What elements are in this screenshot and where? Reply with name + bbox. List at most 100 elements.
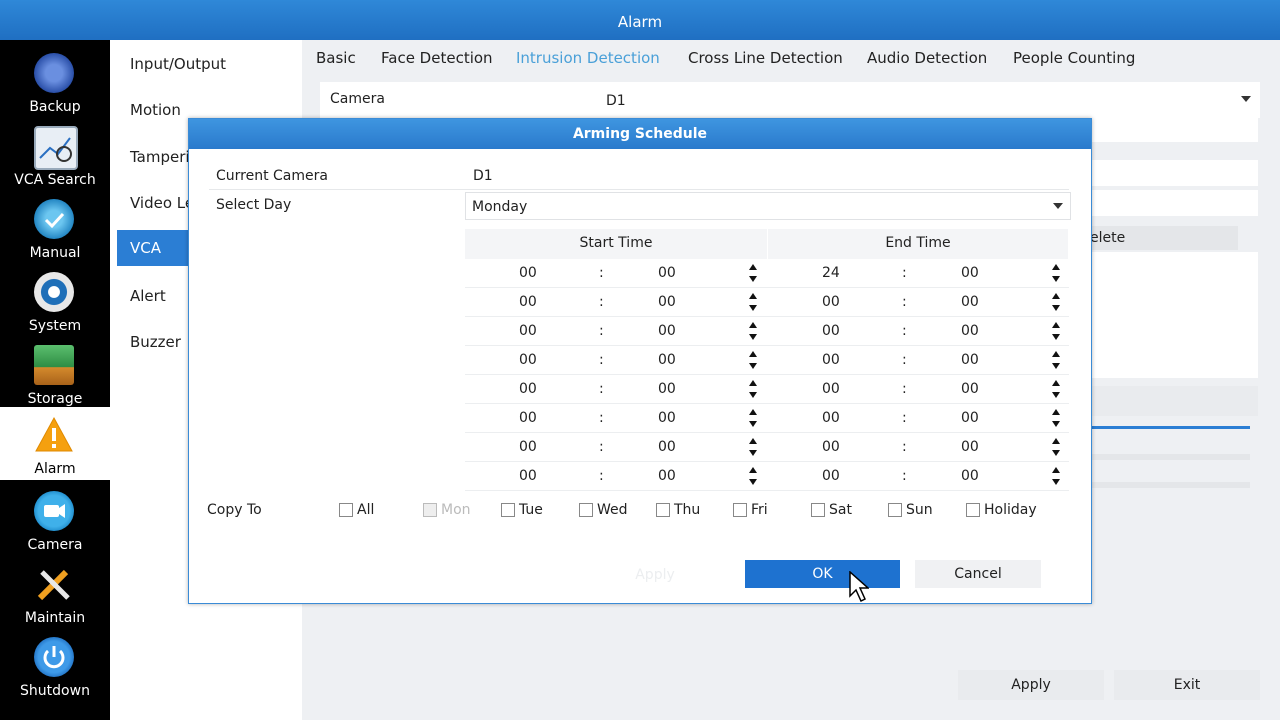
end-time-spinner-icon[interactable] <box>1051 466 1061 486</box>
copy-to-tue-checkbox[interactable]: Tue <box>501 502 543 518</box>
start-time-spinner-icon[interactable] <box>748 379 758 399</box>
start-sep: : <box>599 323 604 339</box>
start-hour[interactable]: 00 <box>519 352 537 368</box>
delete-button[interactable]: elete <box>1090 226 1238 250</box>
copy-to-holiday-checkbox[interactable]: Holiday <box>966 502 1037 518</box>
end-minute[interactable]: 00 <box>961 468 979 484</box>
end-minute[interactable]: 00 <box>961 294 979 310</box>
start-minute[interactable]: 00 <box>658 294 676 310</box>
end-hour[interactable]: 00 <box>822 410 840 426</box>
schedule-row: 00: 00 24: 00 <box>465 259 1069 288</box>
tab-people-counting[interactable]: People Counting <box>1013 49 1135 67</box>
copy-to-wed-checkbox[interactable]: Wed <box>579 502 628 518</box>
end-time-spinner-icon[interactable] <box>1051 292 1061 312</box>
camera-select[interactable]: D1 <box>606 93 626 109</box>
start-time-spinner-icon[interactable] <box>748 408 758 428</box>
start-time-spinner-icon[interactable] <box>748 292 758 312</box>
nav-maintain[interactable]: Maintain <box>0 556 110 629</box>
end-minute[interactable]: 00 <box>961 410 979 426</box>
submenu-alert[interactable]: Alert <box>130 287 166 305</box>
end-minute[interactable]: 00 <box>961 381 979 397</box>
start-minute[interactable]: 00 <box>658 265 676 281</box>
start-time-spinner-icon[interactable] <box>748 437 758 457</box>
tab-audio-detection[interactable]: Audio Detection <box>867 49 987 67</box>
start-minute[interactable]: 00 <box>658 352 676 368</box>
end-hour[interactable]: 24 <box>822 265 840 281</box>
end-hour[interactable]: 00 <box>822 294 840 310</box>
start-time-spinner-icon[interactable] <box>748 263 758 283</box>
end-sep: : <box>902 323 907 339</box>
start-hour[interactable]: 00 <box>519 439 537 455</box>
start-minute[interactable]: 00 <box>658 439 676 455</box>
submenu-input-output[interactable]: Input/Output <box>130 55 226 73</box>
start-time-spinner-icon[interactable] <box>748 350 758 370</box>
end-time-spinner-icon[interactable] <box>1051 379 1061 399</box>
start-time-spinner-icon[interactable] <box>748 466 758 486</box>
copy-to-fri-checkbox[interactable]: Fri <box>733 502 768 518</box>
bg-field <box>1090 118 1258 142</box>
checkbox-icon <box>501 503 515 517</box>
tab-face-detection[interactable]: Face Detection <box>381 49 493 67</box>
start-minute[interactable]: 00 <box>658 468 676 484</box>
cancel-button[interactable]: Cancel <box>915 560 1041 588</box>
schedule-row: 00: 00 00: 00 <box>465 404 1069 433</box>
end-time-spinner-icon[interactable] <box>1051 321 1061 341</box>
end-minute[interactable]: 00 <box>961 265 979 281</box>
ok-button[interactable]: OK <box>745 560 900 588</box>
submenu-tampering[interactable]: Tamperi <box>130 148 190 166</box>
end-hour[interactable]: 00 <box>822 381 840 397</box>
start-time-spinner-icon[interactable] <box>748 321 758 341</box>
nav-storage[interactable]: Storage <box>0 337 110 410</box>
nav-system[interactable]: System <box>0 264 110 337</box>
end-minute[interactable]: 00 <box>961 323 979 339</box>
nav-backup[interactable]: Backup <box>0 45 110 118</box>
sensitivity-slider[interactable] <box>1090 426 1250 429</box>
end-hour[interactable]: 00 <box>822 439 840 455</box>
current-camera-value: D1 <box>473 168 493 184</box>
dialog-apply-button[interactable]: Apply <box>635 561 675 589</box>
nav-camera[interactable]: Camera <box>0 483 110 556</box>
copy-to-all-checkbox[interactable]: All <box>339 502 374 518</box>
nav-shutdown[interactable]: Shutdown <box>0 629 110 702</box>
start-hour[interactable]: 00 <box>519 294 537 310</box>
submenu-video-loss[interactable]: Video Le <box>130 194 194 212</box>
end-time-spinner-icon[interactable] <box>1051 263 1061 283</box>
vca-search-icon <box>34 126 78 170</box>
apply-button[interactable]: Apply <box>958 670 1104 700</box>
end-hour[interactable]: 00 <box>822 468 840 484</box>
start-hour[interactable]: 00 <box>519 323 537 339</box>
copy-to-sat-checkbox[interactable]: Sat <box>811 502 852 518</box>
copy-to-thu-checkbox[interactable]: Thu <box>656 502 700 518</box>
exit-button[interactable]: Exit <box>1114 670 1260 700</box>
tab-cross-line-detection[interactable]: Cross Line Detection <box>688 49 843 67</box>
checkbox-icon <box>656 503 670 517</box>
start-minute[interactable]: 00 <box>658 323 676 339</box>
manual-icon <box>34 199 74 239</box>
end-sep: : <box>902 352 907 368</box>
time-rows: 00:00 24:00 00:00 00:00 00:00 00:00 00:00 00:00… <box>465 259 1069 491</box>
end-time-spinner-icon[interactable] <box>1051 437 1061 457</box>
submenu-motion[interactable]: Motion <box>130 101 181 119</box>
tab-basic[interactable]: Basic <box>316 49 356 67</box>
copy-to-sun-checkbox[interactable]: Sun <box>888 502 933 518</box>
start-hour[interactable]: 00 <box>519 410 537 426</box>
end-time-spinner-icon[interactable] <box>1051 408 1061 428</box>
end-hour[interactable]: 00 <box>822 323 840 339</box>
start-hour[interactable]: 00 <box>519 468 537 484</box>
end-time-spinner-icon[interactable] <box>1051 350 1061 370</box>
submenu-buzzer[interactable]: Buzzer <box>130 333 181 351</box>
end-hour[interactable]: 00 <box>822 352 840 368</box>
tab-intrusion-detection[interactable]: Intrusion Detection <box>516 49 660 67</box>
nav-manual[interactable]: Manual <box>0 191 110 264</box>
start-minute[interactable]: 00 <box>658 410 676 426</box>
start-hour[interactable]: 00 <box>519 381 537 397</box>
checkbox-label: Tue <box>519 502 543 518</box>
end-minute[interactable]: 00 <box>961 352 979 368</box>
nav-vca-search[interactable]: VCA Search <box>0 118 110 191</box>
checkbox-label: Mon <box>441 502 471 518</box>
start-minute[interactable]: 00 <box>658 381 676 397</box>
end-minute[interactable]: 00 <box>961 439 979 455</box>
nav-alarm[interactable]: Alarm <box>0 407 110 480</box>
select-day-dropdown[interactable]: Monday <box>465 192 1071 220</box>
start-hour[interactable]: 00 <box>519 265 537 281</box>
